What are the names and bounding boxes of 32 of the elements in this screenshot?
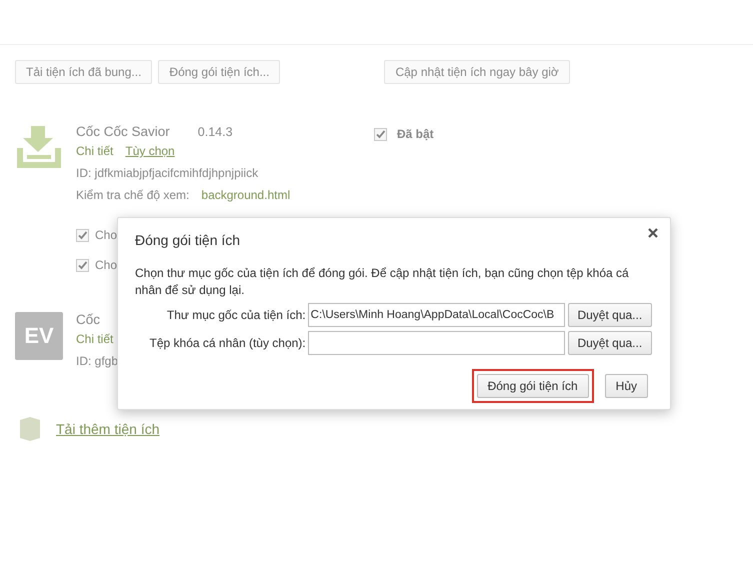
- extension-link[interactable]: Chi tiết: [76, 144, 114, 158]
- view-link[interactable]: background.html: [201, 188, 290, 202]
- dialog-button[interactable]: Đóng gói tiện ích: [472, 369, 594, 403]
- extension-version: 0.14.3: [198, 125, 233, 139]
- input-field[interactable]: C:\Users\Minh Hoang\AppData\Local\CocCoc\B: [308, 303, 565, 327]
- extension-name: Cốc: [76, 312, 100, 327]
- view-label: Kiểm tra chế độ xem:: [76, 188, 190, 202]
- enabled-label: Đã bật: [397, 127, 434, 141]
- dialog-description: Chọn thư mục gốc của tiện ích để đóng gói. Để cập nhật tiện ích, bạn cũng chọn tệp khóa cá nhân để sử dụng lại.: [135, 265, 630, 299]
- box-icon: [18, 416, 42, 442]
- toolbar-button[interactable]: Đóng gói tiện ích...: [158, 60, 280, 84]
- browse-button[interactable]: Duyệt qua...: [568, 331, 652, 355]
- dialog-title: Đóng gói tiện ích: [135, 232, 242, 248]
- extension-link[interactable]: Chi tiết: [76, 332, 114, 346]
- extension-id: ID: gfgb: [76, 354, 118, 368]
- option-checkbox[interactable]: [76, 258, 89, 272]
- get-more-link[interactable]: Tải thêm tiện ích: [56, 421, 160, 437]
- toolbar-button[interactable]: Tải tiện ích đã bung...: [15, 60, 152, 84]
- input-field[interactable]: [308, 331, 565, 355]
- option-label: Cho: [95, 258, 118, 272]
- option-checkbox[interactable]: [76, 228, 89, 242]
- close-icon[interactable]: [646, 226, 660, 240]
- field-label: Tệp khóa cá nhân (tùy chọn):: [148, 336, 307, 350]
- extension-name: Cốc Cốc Savior: [76, 124, 170, 139]
- enabled-checkbox[interactable]: [374, 128, 387, 140]
- field-label: Thư mục gốc của tiện ích:: [166, 308, 307, 322]
- update-button[interactable]: Cập nhật tiện ích ngay bây giờ: [384, 60, 570, 84]
- browse-button[interactable]: Duyệt qua...: [568, 303, 652, 327]
- option-label: Cho: [95, 228, 118, 242]
- extension-link[interactable]: Tùy chọn: [125, 144, 175, 158]
- extension-logo: EV: [15, 312, 63, 360]
- extension-id: ID: jdfkmiabjpfjacifcmihfdjhpnjpiick: [76, 166, 258, 180]
